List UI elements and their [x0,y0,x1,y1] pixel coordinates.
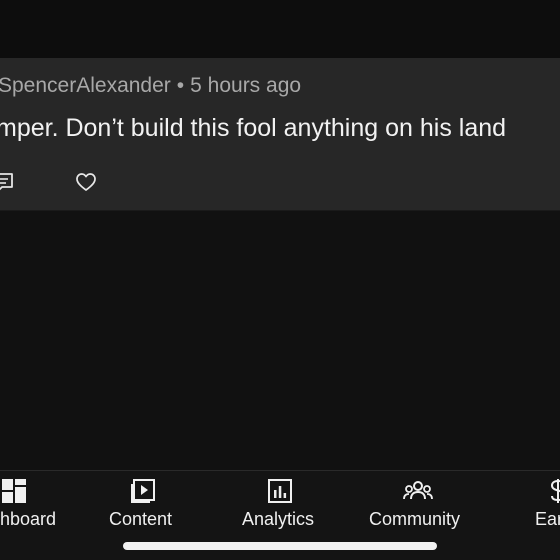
content-icon [129,477,157,505]
meta-separator: • [176,74,185,97]
app-screen: SpencerAlexander • 5 hours ago mper. Don’t… [0,0,560,560]
comment-text: mper. Don’t build this fool anything on … [0,114,507,142]
comment-time: 5 hours ago [190,74,302,97]
analytics-icon [266,477,294,505]
nav-label-analytics: Analytics [242,509,315,529]
heart-icon[interactable] [74,170,98,194]
nav-item-content[interactable]: Content [93,471,193,541]
dashboard-icon [0,477,28,505]
home-indicator[interactable] [123,542,437,550]
comment-author[interactable]: SpencerAlexander [0,74,171,97]
earn-icon [544,477,560,505]
nav-item-earn[interactable]: Ear [530,471,560,541]
comment-actions [0,170,200,194]
community-icon [403,477,433,505]
content-area [0,211,560,470]
comment-meta: SpencerAlexander • 5 hours ago [0,74,301,98]
top-area [0,0,560,58]
reply-comment-icon[interactable] [0,170,16,194]
nav-label-dashboard: hboard [0,509,57,529]
nav-item-community[interactable]: Community [366,471,470,541]
nav-item-analytics[interactable]: Analytics [230,471,330,541]
nav-label-community: Community [369,509,461,529]
nav-label-content: Content [109,509,173,529]
nav-label-earn: Ear [535,509,560,529]
nav-item-dashboard[interactable]: hboard [0,471,70,541]
